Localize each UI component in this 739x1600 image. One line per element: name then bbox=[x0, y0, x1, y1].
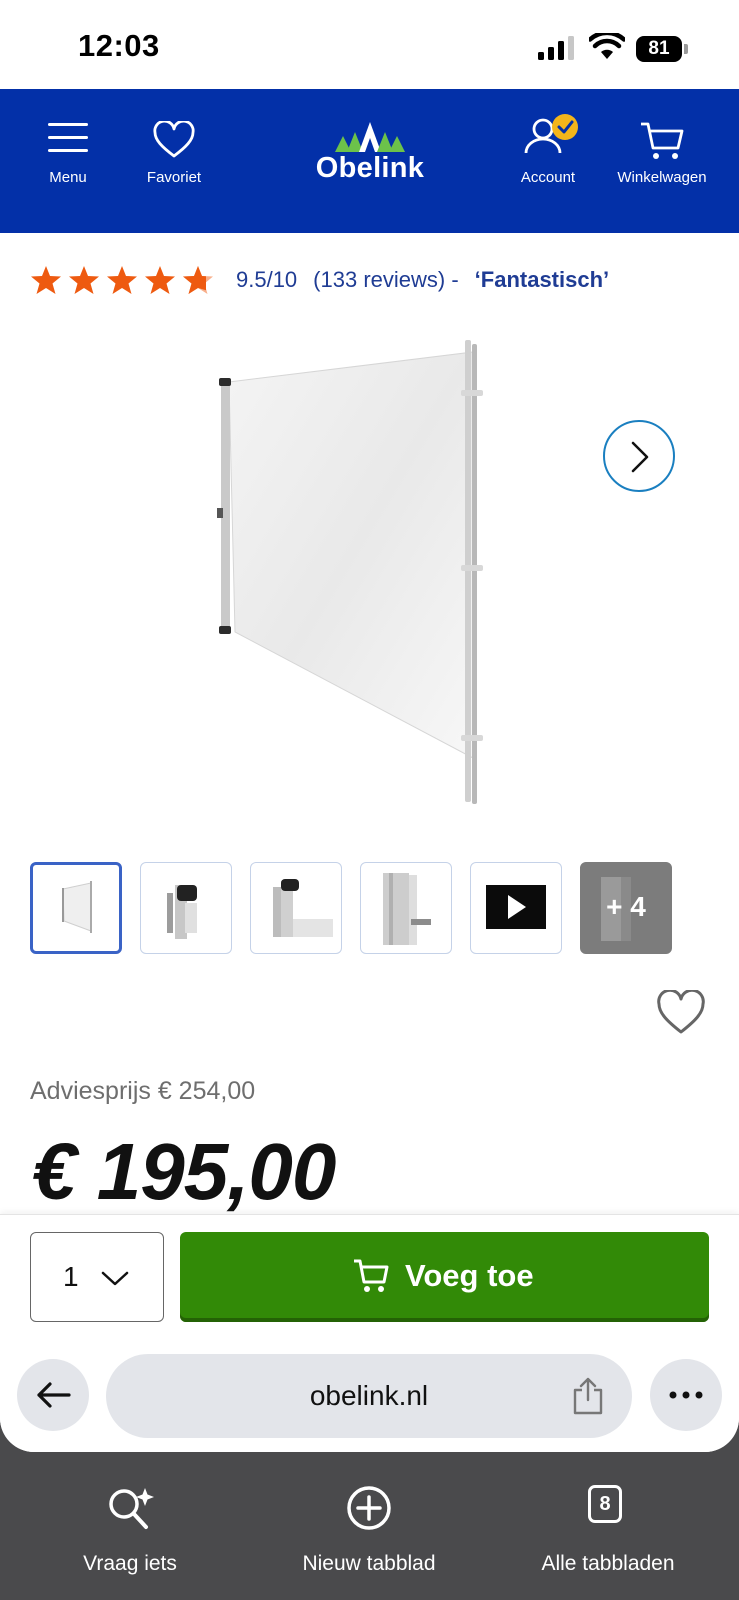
battery-level: 81 bbox=[648, 38, 670, 59]
new-tab-button[interactable]: Nieuw tabblad bbox=[284, 1452, 454, 1600]
add-to-cart-bar: 1 Voeg toe bbox=[0, 1214, 739, 1337]
add-to-cart-button[interactable]: Voeg toe bbox=[180, 1232, 709, 1322]
star-icon bbox=[145, 266, 175, 294]
thumbnail-1[interactable] bbox=[30, 862, 122, 954]
video-play-icon bbox=[486, 885, 546, 929]
back-arrow-icon bbox=[37, 1382, 71, 1408]
menu-button[interactable]: Menu bbox=[36, 89, 100, 233]
address-bar[interactable]: obelink.nl bbox=[106, 1354, 632, 1438]
ask-button[interactable]: Vraag iets bbox=[60, 1452, 200, 1600]
star-icon bbox=[31, 266, 61, 294]
browser-tab-bar: Vraag iets Nieuw tabblad 8 Alle tabblade… bbox=[0, 1452, 739, 1600]
star-icon bbox=[107, 266, 137, 294]
more-options-button[interactable] bbox=[650, 1359, 722, 1431]
thumbnail-pole-image bbox=[167, 885, 197, 939]
star-icon bbox=[69, 266, 99, 294]
logo-text: Obelink bbox=[315, 152, 425, 184]
quantity-select[interactable]: 1 bbox=[30, 1232, 164, 1322]
thumbnail-video[interactable] bbox=[470, 862, 562, 954]
new-tab-label: Nieuw tabblad bbox=[302, 1552, 436, 1575]
advice-price: Adviesprijs € 254,00 bbox=[30, 1077, 256, 1105]
product-image[interactable] bbox=[183, 340, 603, 820]
quantity-value: 1 bbox=[63, 1261, 79, 1292]
wifi-icon bbox=[589, 33, 625, 59]
all-tabs-label: Alle tabbladen bbox=[541, 1552, 675, 1575]
rating-verdict: ‘Fantastisch’ bbox=[474, 267, 610, 292]
heart-icon bbox=[153, 121, 195, 158]
account-icon bbox=[524, 114, 578, 154]
cart-button[interactable]: Winkelwagen bbox=[612, 89, 712, 233]
battery-icon: 81 bbox=[636, 36, 688, 62]
hamburger-icon bbox=[48, 123, 88, 152]
url-text: obelink.nl bbox=[309, 1380, 429, 1411]
ask-label: Vraag iets bbox=[83, 1552, 177, 1575]
share-icon[interactable] bbox=[571, 1376, 605, 1416]
wishlist-heart-icon[interactable] bbox=[656, 990, 706, 1036]
thumbnail-2[interactable] bbox=[140, 862, 232, 954]
thumbnail-more[interactable]: + 4 bbox=[580, 862, 672, 954]
plus-circle-icon bbox=[347, 1486, 391, 1530]
account-label: Account bbox=[520, 169, 576, 186]
shopping-cart-icon bbox=[354, 1259, 389, 1292]
browser-page: 12:03 81 Menu Favoriet Obelink Account W… bbox=[0, 0, 739, 1452]
thumbnail-screen-image bbox=[62, 881, 92, 933]
current-price: € 195,00 bbox=[32, 1127, 336, 1216]
rating-review-count[interactable]: (133 reviews) - bbox=[313, 267, 458, 293]
rating-score: 9.5/10 bbox=[236, 267, 298, 292]
back-button[interactable] bbox=[17, 1359, 89, 1431]
add-to-cart-label: Voeg toe bbox=[405, 1258, 534, 1293]
all-tabs-button[interactable]: 8 Alle tabbladen bbox=[523, 1452, 693, 1600]
obelink-logo[interactable]: Obelink bbox=[305, 120, 435, 190]
tabs-count: 8 bbox=[599, 1493, 611, 1515]
thumbnail-detail-image bbox=[383, 873, 431, 945]
browser-toolbar: obelink.nl bbox=[0, 1337, 739, 1452]
chevron-down-icon bbox=[101, 1271, 129, 1286]
menu-label: Menu bbox=[49, 169, 87, 186]
thumbnail-pole-image bbox=[273, 879, 333, 937]
rating-stars bbox=[30, 265, 214, 295]
favorites-button[interactable]: Favoriet bbox=[134, 89, 214, 233]
sparkle-search-icon bbox=[109, 1488, 154, 1529]
favorites-label: Favoriet bbox=[146, 169, 202, 186]
cellular-signal-icon bbox=[538, 36, 574, 60]
product-rating[interactable]: 9.5/10 (133 reviews) - ‘Fantastisch’ bbox=[30, 262, 609, 298]
ellipsis-icon bbox=[669, 1391, 703, 1399]
tabs-count-icon: 8 bbox=[588, 1485, 622, 1523]
status-bar: 12:03 81 bbox=[0, 0, 739, 89]
account-button[interactable]: Account bbox=[510, 89, 586, 233]
next-image-button[interactable] bbox=[603, 420, 675, 492]
logo-tents-icon bbox=[335, 122, 405, 152]
thumbnail-3[interactable] bbox=[250, 862, 342, 954]
half-star-icon bbox=[183, 266, 213, 294]
more-images-count: + 4 bbox=[606, 891, 646, 922]
chevron-right-icon bbox=[631, 441, 649, 473]
shopping-cart-icon bbox=[641, 122, 684, 159]
status-time: 12:03 bbox=[78, 28, 160, 63]
thumbnail-4[interactable] bbox=[360, 862, 452, 954]
cart-label: Winkelwagen bbox=[617, 169, 707, 186]
site-header: Menu Favoriet Obelink Account Winkelwage… bbox=[0, 89, 739, 233]
